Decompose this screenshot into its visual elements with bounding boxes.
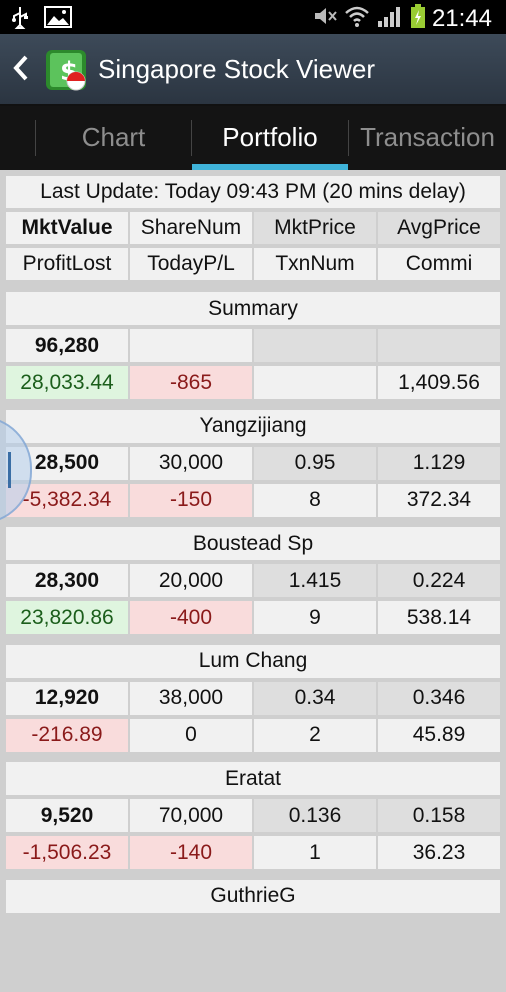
active-tab-indicator — [192, 164, 348, 170]
wifi-icon — [344, 4, 370, 33]
stock-txnnum: 8 — [254, 483, 376, 517]
stock-todaypl: -865 — [130, 366, 252, 399]
stock-avgprice: 0.224 — [378, 564, 500, 597]
info-header: Last Update: Today 09:43 PM (20 mins del… — [4, 172, 502, 284]
header-sharenum: ShareNum — [130, 212, 252, 244]
stock-avgprice: 1.129 — [378, 446, 500, 480]
stock-block[interactable]: Eratat 9,520 70,000 0.136 0.158 -1,506.23 -140… — [4, 760, 502, 874]
stock-mktvalue: 96,280 — [6, 329, 128, 362]
stock-sharenum: 20,000 — [130, 564, 252, 597]
stock-mktprice: 1.415 — [254, 564, 376, 597]
stock-name: Boustead Sp — [6, 527, 500, 560]
app-title: Singapore Stock Viewer — [98, 54, 376, 84]
stock-profitlost: 28,033.44 — [6, 366, 128, 399]
stock-txnnum — [254, 366, 376, 399]
stock-commi: 538.14 — [378, 601, 500, 634]
tab-transaction[interactable]: Transaction — [349, 106, 506, 170]
status-time: 21:44 — [431, 4, 492, 32]
stock-txnnum: 2 — [254, 718, 376, 752]
mute-icon — [312, 4, 338, 33]
stock-todaypl: -140 — [130, 836, 252, 869]
stock-avgprice: 0.346 — [378, 681, 500, 715]
stock-avgprice — [378, 329, 500, 362]
app-logo-icon: $ — [44, 48, 88, 92]
stock-commi: 45.89 — [378, 718, 500, 752]
header-mktvalue: MktValue — [6, 212, 128, 244]
signal-icon — [376, 4, 404, 33]
stock-todaypl: -150 — [130, 483, 252, 517]
stock-name: Summary — [6, 292, 500, 325]
stock-name: GuthrieG — [6, 879, 500, 913]
stock-block[interactable]: Summary 96,280 28,033.44 -865 1,409.56 — [4, 290, 502, 404]
stock-block[interactable]: GuthrieG — [4, 878, 502, 992]
stock-mktvalue: 9,520 — [6, 799, 128, 832]
action-bar: $ Singapore Stock Viewer — [0, 34, 506, 106]
stock-profitlost: -1,506.23 — [6, 836, 128, 869]
stock-profitlost: 23,820.86 — [6, 601, 128, 634]
gallery-icon — [44, 6, 72, 33]
header-commi: Commi — [378, 248, 500, 280]
stock-mktprice: 0.95 — [254, 446, 376, 480]
stock-mktvalue: 12,920 — [6, 681, 128, 715]
tab-portfolio[interactable]: Portfolio — [192, 106, 348, 170]
header-todaypl: TodayP/L — [130, 248, 252, 280]
stock-mktprice: 0.136 — [254, 799, 376, 832]
stock-txnnum: 9 — [254, 601, 376, 634]
header-txnnum: TxnNum — [254, 248, 376, 280]
stock-sharenum — [130, 329, 252, 362]
stock-name: Eratat — [6, 762, 500, 795]
stock-sharenum: 38,000 — [130, 681, 252, 715]
stock-block[interactable]: Yangzijiang 28,500 30,000 0.95 1.129 -5,382.3… — [4, 408, 502, 522]
stock-sharenum: 70,000 — [130, 799, 252, 832]
tab-portfolio-label: Portfolio — [222, 122, 318, 152]
status-bar: 21:44 — [0, 0, 506, 34]
tab-chart[interactable]: Chart — [36, 106, 191, 170]
stock-mktprice — [254, 329, 376, 362]
last-update: Last Update: Today 09:43 PM (20 mins del… — [6, 176, 500, 208]
drawer-handle-grip — [8, 452, 11, 488]
header-avgprice: AvgPrice — [378, 212, 500, 244]
stock-avgprice: 0.158 — [378, 799, 500, 832]
stock-mktprice: 0.34 — [254, 681, 376, 715]
header-mktprice: MktPrice — [254, 212, 376, 244]
back-icon[interactable] — [12, 54, 30, 88]
stock-block[interactable]: Boustead Sp 28,300 20,000 1.415 0.224 23,820.… — [4, 525, 502, 639]
stock-mktvalue: 28,300 — [6, 564, 128, 597]
header-profitlost: ProfitLost — [6, 248, 128, 280]
stock-todaypl: 0 — [130, 718, 252, 752]
stock-todaypl: -400 — [130, 601, 252, 634]
stock-sharenum: 30,000 — [130, 446, 252, 480]
stock-txnnum: 1 — [254, 836, 376, 869]
stock-commi: 36.23 — [378, 836, 500, 869]
battery-icon — [410, 3, 426, 34]
tab-bar: Chart Portfolio Transaction — [0, 106, 506, 170]
stock-commi: 1,409.56 — [378, 366, 500, 399]
stock-name: Lum Chang — [6, 644, 500, 678]
stock-block[interactable]: Lum Chang 12,920 38,000 0.34 0.346 -216.89 0 2 4… — [4, 643, 502, 757]
stock-name: Yangzijiang — [6, 409, 500, 443]
usb-icon — [10, 5, 30, 34]
stock-profitlost: -216.89 — [6, 718, 128, 752]
stock-commi: 372.34 — [378, 483, 500, 517]
